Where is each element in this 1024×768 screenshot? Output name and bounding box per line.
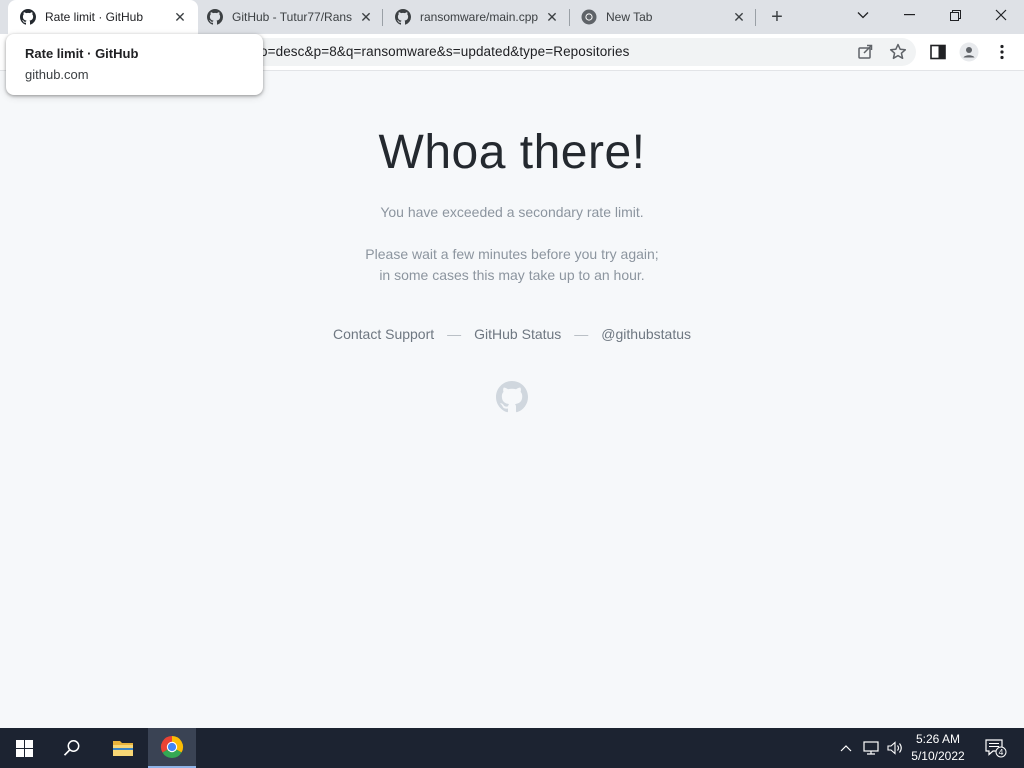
tab-main-cpp[interactable]: ransomware/main.cpp ✕ <box>383 0 569 34</box>
tab-title: Rate limit · GitHub <box>45 10 144 24</box>
tab-strip: Rate limit · GitHub ✕ GitHub - Tutur77/R… <box>0 0 1024 34</box>
tab-github-tutur77[interactable]: GitHub - Tutur77/Ransomware ✕ <box>195 0 383 34</box>
tab-title: ransomware/main.cpp <box>420 10 538 24</box>
share-icon[interactable] <box>856 42 876 62</box>
start-button[interactable] <box>0 728 48 768</box>
notifications-icon: 4 <box>985 739 1007 758</box>
close-tab-icon[interactable]: ✕ <box>544 9 560 25</box>
tab-title: GitHub - Tutur77/Ransomware <box>232 10 352 24</box>
link-separator: — <box>447 326 462 342</box>
new-tab-button[interactable]: + <box>766 6 788 28</box>
windows-taskbar: 5:26 AM 5/10/2022 4 <box>0 728 1024 768</box>
chrome-icon <box>581 9 597 25</box>
minimize-button[interactable] <box>886 0 932 30</box>
chrome-taskbar-button[interactable] <box>148 728 196 768</box>
link-separator: — <box>574 326 589 342</box>
clock-time: 5:26 AM <box>915 732 961 746</box>
githubstatus-twitter-link[interactable]: @githubstatus <box>601 326 691 342</box>
page-headline: Whoa there! <box>378 126 646 179</box>
rate-limit-message: You have exceeded a secondary rate limit… <box>380 204 644 220</box>
folder-icon <box>113 741 133 756</box>
bookmark-star-icon[interactable] <box>888 42 908 62</box>
contact-support-link[interactable]: Contact Support <box>333 326 434 342</box>
action-center-button[interactable]: 4 <box>978 728 1014 768</box>
close-window-button[interactable] <box>978 0 1024 30</box>
address-bar[interactable]: o=desc&p=8&q=ransomware&s=updated&type=R… <box>180 38 916 66</box>
chrome-icon <box>160 736 184 759</box>
profile-avatar-icon[interactable] <box>959 42 979 62</box>
hover-card-title: Rate limit · GitHub <box>25 46 139 61</box>
tab-hover-card: Rate limit · GitHub github.com <box>6 34 263 95</box>
close-tab-icon[interactable]: ✕ <box>358 9 374 25</box>
show-hidden-icons-chevron-icon[interactable] <box>836 728 856 768</box>
wait-message-line-1: Please wait a few minutes before you try… <box>365 246 659 262</box>
file-explorer-button[interactable] <box>99 728 147 768</box>
github-status-link[interactable]: GitHub Status <box>474 326 561 342</box>
hover-card-domain: github.com <box>25 67 89 82</box>
search-button[interactable] <box>48 728 96 768</box>
volume-icon[interactable] <box>884 728 906 768</box>
taskbar-clock[interactable]: 5:26 AM 5/10/2022 <box>905 731 971 765</box>
tab-search-chevron-icon[interactable] <box>840 0 886 30</box>
support-links: Contact Support — GitHub Status — @githubsta… <box>0 326 1024 342</box>
tab-rate-limit[interactable]: Rate limit · GitHub ✕ <box>8 0 198 34</box>
kebab-menu-icon[interactable] <box>992 42 1012 62</box>
url-text[interactable]: o=desc&p=8&q=ransomware&s=updated&type=R… <box>260 44 629 59</box>
notification-count: 4 <box>999 747 1004 757</box>
side-panel-icon[interactable] <box>928 42 948 62</box>
github-icon <box>395 9 411 25</box>
restore-button[interactable] <box>932 0 978 30</box>
search-icon <box>63 740 80 756</box>
network-icon[interactable] <box>860 728 882 768</box>
page-content: Whoa there! You have exceeded a secondar… <box>0 71 1024 728</box>
close-tab-icon[interactable]: ✕ <box>172 9 188 25</box>
wait-message-line-2: in some cases this may take up to an hou… <box>379 267 645 283</box>
close-tab-icon[interactable]: ✕ <box>731 9 747 25</box>
tab-title: New Tab <box>606 10 653 24</box>
tab-new-tab[interactable]: New Tab ✕ <box>569 0 755 34</box>
windows-logo-icon <box>15 739 33 757</box>
tab-separator <box>755 9 756 26</box>
clock-date: 5/10/2022 <box>911 749 965 763</box>
github-icon <box>20 9 36 25</box>
github-octocat-logo-icon[interactable] <box>496 381 528 413</box>
github-icon <box>207 9 223 25</box>
